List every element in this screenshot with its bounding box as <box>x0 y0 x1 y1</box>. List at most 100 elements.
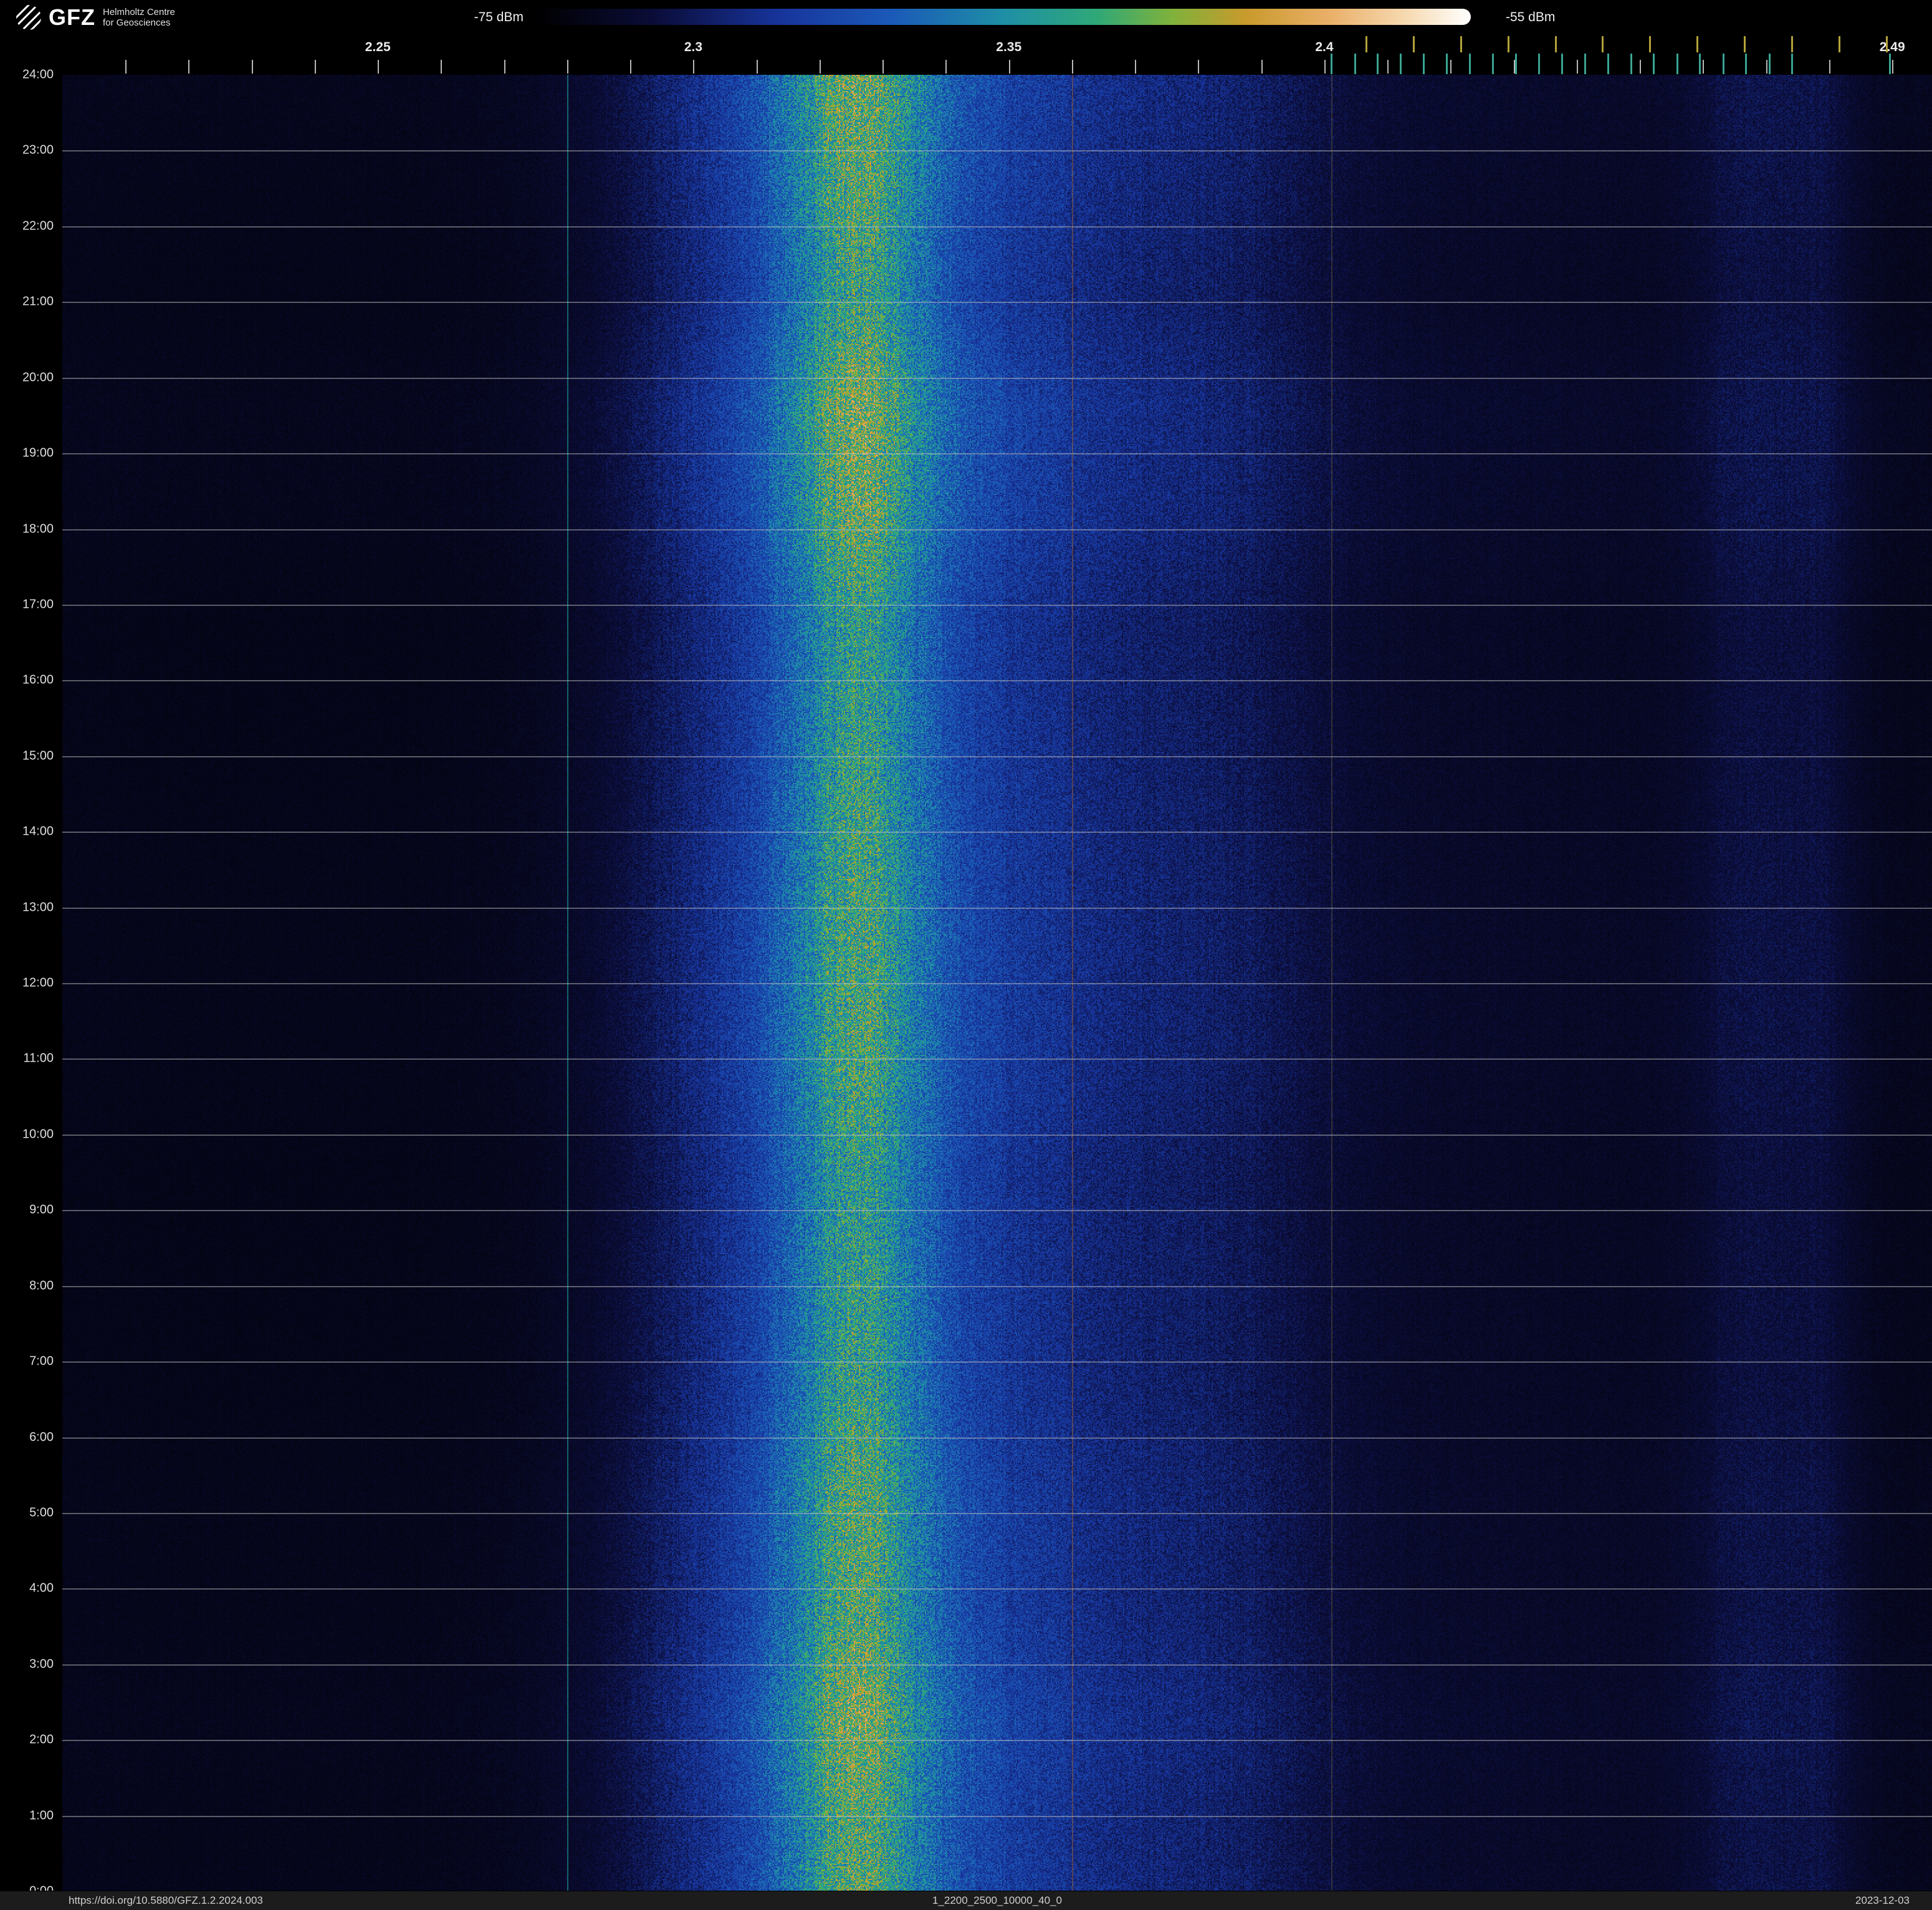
time-label-11:00: 11:00 <box>23 1051 54 1065</box>
logo-subtitle-line2: for Geosciences <box>102 17 171 28</box>
time-label-18:00: 18:00 <box>22 522 54 535</box>
channel-tick-teal <box>1676 54 1678 74</box>
channel-tick-teal <box>1446 54 1448 74</box>
logo-subtitle: Helmholtz Centre for Geosciences <box>103 7 175 28</box>
channel-tick-teal <box>1722 54 1724 74</box>
footer-date: 2023-12-03 <box>1855 1894 1910 1906</box>
channel-tick-yellow <box>1744 36 1746 52</box>
freq-tick-minor <box>1640 60 1642 74</box>
freq-tick-minor <box>567 60 568 74</box>
freq-tick-minor <box>188 60 190 74</box>
logo-subtitle-line1: Helmholtz Centre <box>102 7 175 17</box>
time-label-1:00: 1:00 <box>29 1808 54 1823</box>
freq-tick-minor <box>630 60 632 74</box>
channel-tick-teal <box>1331 54 1333 74</box>
channel-tick-teal <box>1653 54 1655 74</box>
colorbar-max-label: -55 dBm <box>1506 10 1556 24</box>
colorbar-gradient <box>536 9 1471 25</box>
freq-tick-minor <box>378 60 380 74</box>
freq-tick-minor <box>1450 60 1452 74</box>
time-axis: 24:00 23:00 22:00 21:00 20:00 19:00 18:00 17:00… <box>0 0 57 1910</box>
freq-tick-minor <box>1766 60 1767 74</box>
freq-tick-minor <box>1576 60 1578 74</box>
channel-tick-teal <box>1768 54 1771 74</box>
footer-bar: https://doi.org/10.5880/GFZ.1.2.2024.003… <box>0 1891 1932 1910</box>
channel-tick-teal <box>1561 54 1563 74</box>
channel-tick-yellow <box>1839 36 1841 52</box>
channel-tick-yellow <box>1554 36 1557 52</box>
header-bar: GFZ Helmholtz Centre for Geosciences -75… <box>0 0 1932 35</box>
freq-tick-minor <box>819 60 821 74</box>
channel-tick-teal <box>1354 54 1356 74</box>
freq-tick-minor <box>1135 60 1137 74</box>
time-label-8:00: 8:00 <box>29 1279 54 1293</box>
channel-tick-yellow <box>1602 36 1604 52</box>
channel-tick-yellow <box>1791 36 1794 52</box>
channel-tick-teal <box>1492 54 1494 74</box>
time-label-10:00: 10:00 <box>22 1127 54 1141</box>
freq-label-2.4: 2.4 <box>1315 40 1334 54</box>
time-label-5:00: 5:00 <box>29 1505 54 1520</box>
time-label-24:00: 24:00 <box>22 67 54 82</box>
freq-tick-minor <box>1703 60 1705 74</box>
time-label-12:00: 12:00 <box>22 976 54 990</box>
channel-tick-yellow <box>1649 36 1652 52</box>
freq-tick-minor <box>945 60 947 74</box>
spectrogram-canvas <box>62 75 1932 1891</box>
time-label-3:00: 3:00 <box>29 1657 54 1671</box>
freq-tick-minor <box>1261 60 1263 74</box>
time-label-15:00: 15:00 <box>22 749 54 763</box>
freq-tick-minor <box>1387 60 1389 74</box>
time-label-23:00: 23:00 <box>22 143 54 157</box>
frequency-axis: 2.25 2.3 2.35 2.4 2.49 <box>0 35 1932 75</box>
channel-tick-teal <box>1791 54 1794 74</box>
time-label-19:00: 19:00 <box>22 446 54 460</box>
time-label-21:00: 21:00 <box>22 294 54 309</box>
channel-tick-yellow <box>1365 36 1367 52</box>
time-label-7:00: 7:00 <box>29 1354 54 1368</box>
channel-tick-yellow <box>1460 36 1462 52</box>
channel-tick-yellow <box>1412 36 1415 52</box>
freq-tick-minor <box>125 60 127 74</box>
time-label-16:00: 16:00 <box>22 673 54 687</box>
channel-tick-yellow <box>1696 36 1699 52</box>
freq-tick-minor <box>1008 60 1010 74</box>
channel-tick-yellow <box>1886 36 1888 52</box>
time-label-2:00: 2:00 <box>29 1732 54 1747</box>
freq-tick-minor <box>882 60 884 74</box>
channel-tick-teal <box>1745 54 1748 74</box>
freq-tick-minor <box>441 60 442 74</box>
freq-tick-minor <box>504 60 505 74</box>
channel-tick-teal <box>1422 54 1425 74</box>
freq-label-2.3: 2.3 <box>684 40 703 54</box>
freq-tick-minor <box>1324 60 1326 74</box>
freq-tick-minor <box>1071 60 1073 74</box>
channel-tick-yellow <box>1507 36 1509 52</box>
time-label-20:00: 20:00 <box>22 370 54 385</box>
freq-tick-minor <box>1198 60 1200 74</box>
colorbar-min-label: -75 dBm <box>474 10 524 24</box>
freq-tick-minor <box>693 60 695 74</box>
freq-tick-minor <box>1892 60 1894 74</box>
channel-tick-teal <box>1699 54 1701 74</box>
time-label-6:00: 6:00 <box>29 1430 54 1444</box>
footer-dataset-id: 1_2200_2500_10000_40_0 <box>932 1894 1062 1906</box>
time-label-17:00: 17:00 <box>22 597 54 612</box>
freq-tick-minor <box>1829 60 1830 74</box>
freq-label-2.35: 2.35 <box>996 40 1022 54</box>
channel-tick-teal <box>1584 54 1587 74</box>
channel-tick-teal <box>1514 54 1517 74</box>
channel-tick-teal <box>1607 54 1609 74</box>
time-label-14:00: 14:00 <box>22 824 54 838</box>
freq-tick-minor <box>756 60 758 74</box>
channel-tick-teal <box>1889 54 1891 74</box>
freq-tick-minor <box>314 60 316 74</box>
channel-tick-teal <box>1630 54 1633 74</box>
freq-tick-minor <box>251 60 253 74</box>
freq-label-2.25: 2.25 <box>365 40 391 54</box>
time-label-9:00: 9:00 <box>29 1202 54 1217</box>
freq-label-2.49: 2.49 <box>1879 40 1905 54</box>
channel-tick-teal <box>1377 54 1379 74</box>
time-label-22:00: 22:00 <box>22 219 54 233</box>
time-label-4:00: 4:00 <box>29 1581 54 1595</box>
